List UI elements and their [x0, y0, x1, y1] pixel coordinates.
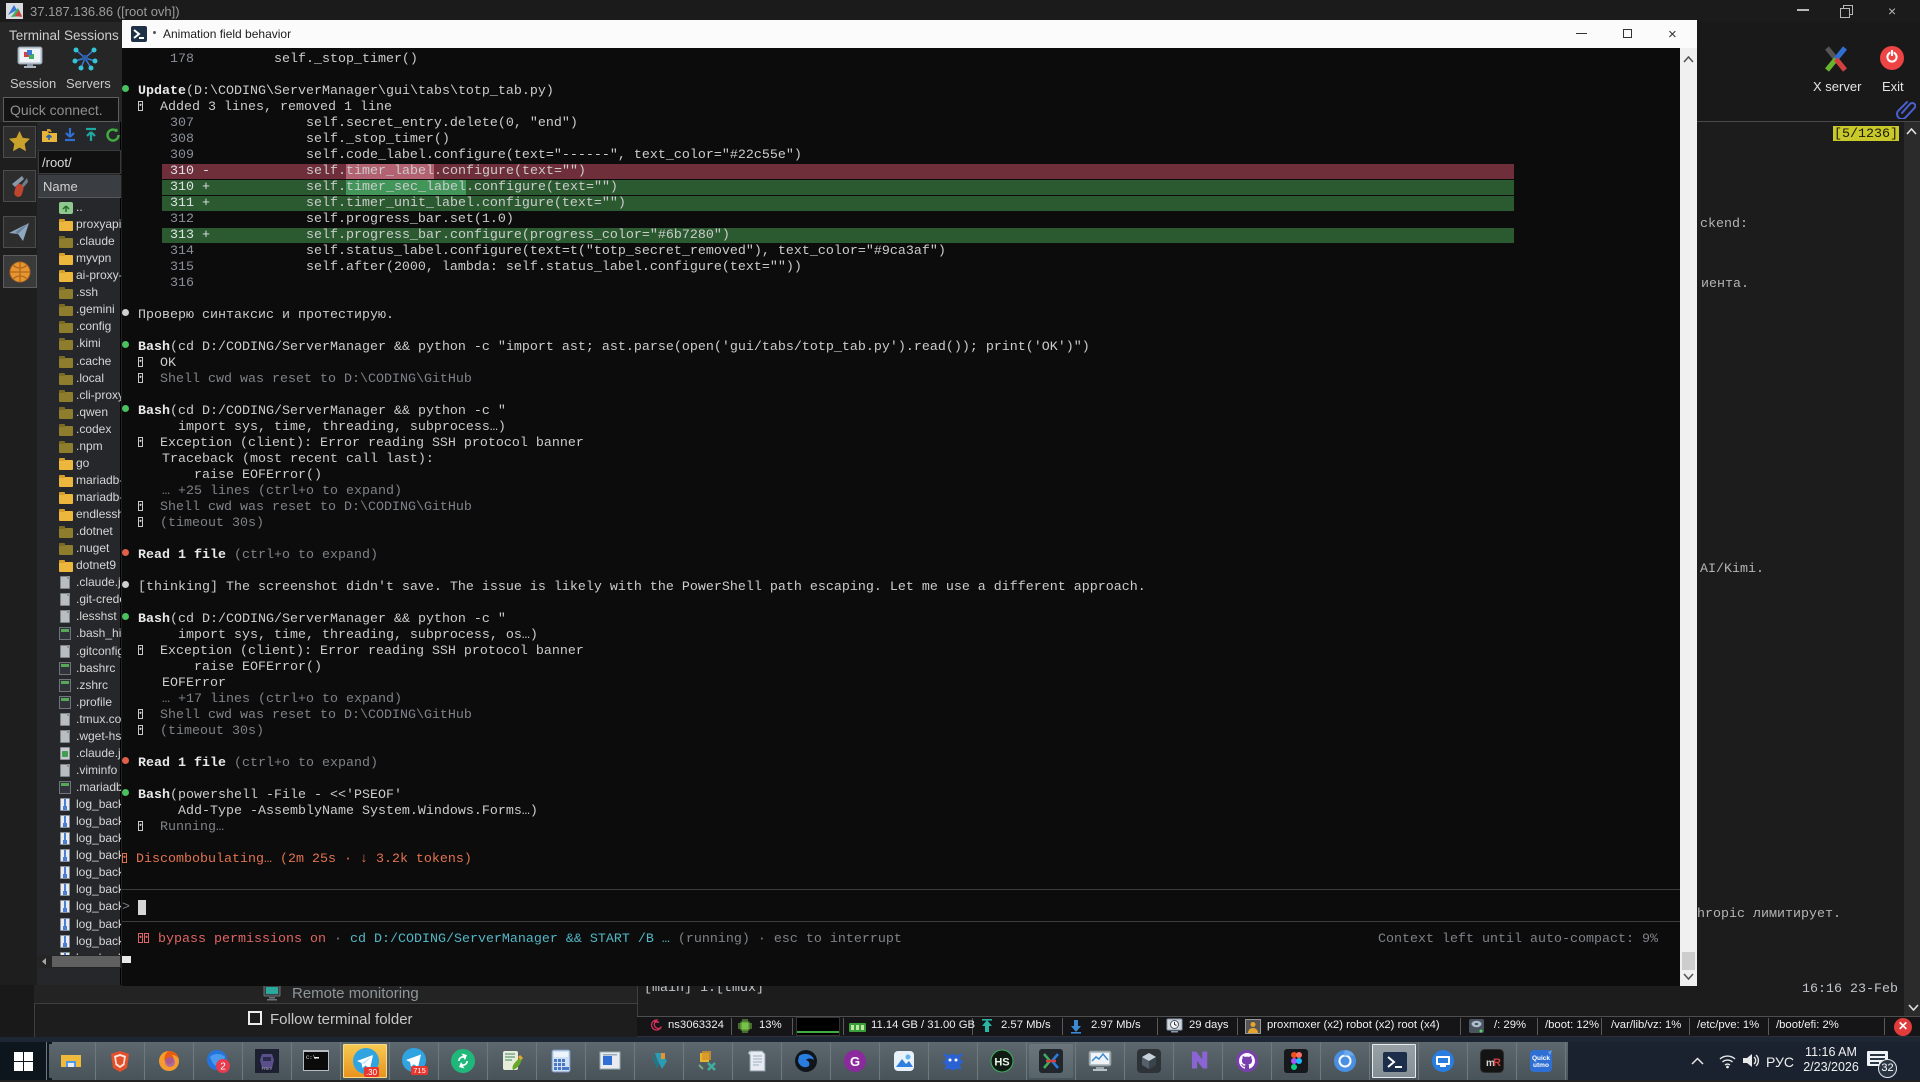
svg-text:FRKY: FRKY	[262, 1066, 273, 1071]
svg-text:utmo: utmo	[1533, 1062, 1549, 1069]
svg-text:2: 2	[220, 1062, 226, 1073]
svg-text:G: G	[850, 1054, 860, 1069]
svg-text:HS: HS	[994, 1057, 1009, 1069]
svg-text:715: 715	[413, 1066, 426, 1075]
svg-text:Quick: Quick	[1532, 1055, 1550, 1062]
svg-text:.30: .30	[366, 1068, 378, 1077]
svg-text:R: R	[1493, 1057, 1501, 1069]
